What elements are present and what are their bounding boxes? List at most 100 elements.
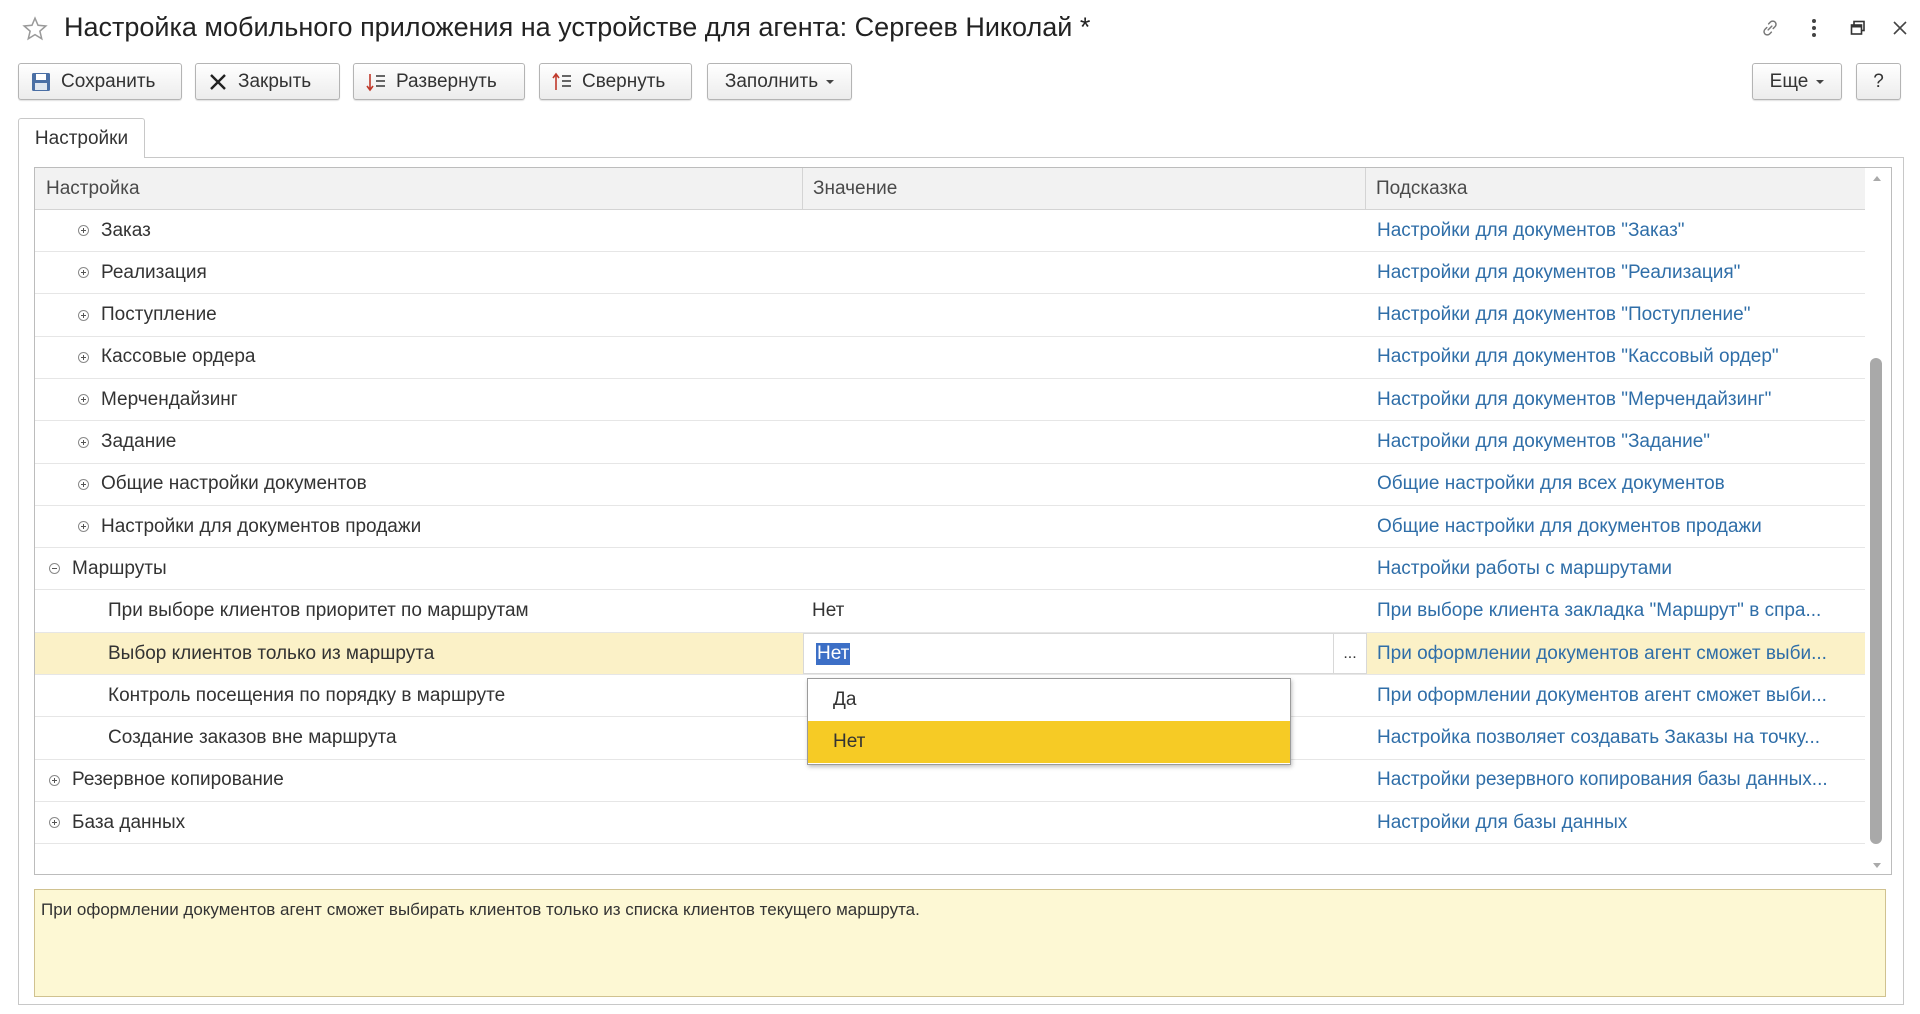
setting-value-cell[interactable]: [812, 802, 1360, 843]
setting-name: Выбор клиентов только из маршрута: [108, 642, 435, 664]
tab-settings[interactable]: Настройки: [18, 118, 145, 158]
settings-table: Настройка Значение Подсказка Заказ Настро…: [34, 167, 1892, 875]
setting-value-cell[interactable]: [812, 422, 1360, 463]
setting-name: Общие настройки документов: [101, 473, 367, 495]
setting-name-cell: Заказ: [35, 210, 845, 251]
setting-name-cell: Маршруты: [35, 548, 816, 589]
setting-name-cell: Задание: [35, 422, 845, 463]
choose-value-button[interactable]: ...: [1333, 634, 1366, 673]
help-button-label: ?: [1873, 70, 1884, 92]
table-row[interactable]: Заказ Настройки для документов "Заказ": [35, 210, 1865, 252]
expand-node-icon[interactable]: [78, 521, 89, 533]
expand-node-icon[interactable]: [78, 394, 89, 406]
setting-value-cell[interactable]: [812, 252, 1360, 293]
link-icon[interactable]: [1756, 14, 1784, 42]
favorite-star-icon[interactable]: [22, 16, 48, 42]
expand-node-icon[interactable]: [78, 478, 89, 490]
table-row[interactable]: База данных Настройки для базы данных: [35, 802, 1865, 845]
setting-name-cell: Поступление: [35, 295, 845, 336]
setting-hint-text: При оформлении документов агент сможет в…: [1377, 684, 1827, 706]
expand-node-icon[interactable]: [78, 225, 89, 236]
expand-node-icon[interactable]: [78, 309, 89, 321]
setting-hint-cell: Настройки резервного копирования базы да…: [1377, 760, 1857, 801]
table-row[interactable]: Маршруты Настройки работы с маршрутами: [35, 548, 1865, 591]
setting-name: При выборе клиентов приоритет по маршрут…: [108, 600, 529, 622]
setting-name-cell: Резервное копирование: [35, 760, 816, 801]
save-button[interactable]: Сохранить: [18, 63, 182, 100]
setting-name: Настройки для документов продажи: [101, 515, 422, 537]
expand-node-icon[interactable]: [49, 817, 60, 829]
collapse-all-label: Свернуть: [582, 70, 666, 92]
table-row[interactable]: Резервное копирование Настройки резервног…: [35, 760, 1865, 802]
expand-node-icon[interactable]: [78, 351, 89, 363]
hint-info-panel: При оформлении документов агент сможет в…: [34, 889, 1886, 997]
setting-name: Контроль посещения по порядку в маршруте: [108, 684, 506, 706]
setting-hint-cell: При оформлении документов агент сможет в…: [1377, 675, 1857, 716]
close-button[interactable]: Закрыть: [195, 63, 340, 100]
scroll-up-arrow-icon[interactable]: [1873, 176, 1881, 181]
setting-hint-text: Настройки для документов "Реализация": [1377, 261, 1741, 283]
collapse-all-button[interactable]: Свернуть: [539, 63, 692, 100]
setting-hint-text: Настройки для документов "Заказ": [1377, 219, 1685, 241]
table-row-selected[interactable]: Выбор клиентов только из маршрута Нет... П…: [35, 633, 1865, 675]
scroll-down-arrow-icon[interactable]: [1873, 863, 1881, 868]
table-header: Настройка Значение Подсказка: [35, 168, 1865, 210]
setting-name-cell: Настройки для документов продажи: [35, 506, 845, 547]
collapse-node-icon[interactable]: [49, 563, 60, 575]
dropdown-option-no[interactable]: Нет: [808, 721, 1290, 763]
table-row[interactable]: Поступление Настройки для документов "Пос…: [35, 295, 1865, 337]
setting-hint-cell: Настройки для документов "Заказ": [1377, 210, 1857, 251]
help-button[interactable]: ?: [1856, 63, 1901, 100]
more-vertical-icon[interactable]: [1800, 14, 1828, 42]
column-header-value[interactable]: Значение: [802, 168, 1361, 209]
setting-value-cell[interactable]: [812, 295, 1360, 336]
expand-all-label: Развернуть: [396, 70, 497, 92]
setting-name: Мерчендайзинг: [101, 388, 238, 410]
table-row[interactable]: Мерчендайзинг Настройки для документов "М…: [35, 379, 1865, 422]
setting-hint-cell: Настройки для базы данных: [1377, 802, 1857, 843]
expand-node-icon[interactable]: [78, 267, 89, 279]
close-window-icon[interactable]: [1886, 14, 1914, 42]
expand-all-button[interactable]: Развернуть: [353, 63, 525, 100]
column-header-hint[interactable]: Подсказка: [1365, 168, 1865, 209]
setting-hint-text: Настройка позволяет создавать Заказы на …: [1377, 727, 1821, 749]
table-row[interactable]: При выборе клиентов приоритет по маршрут…: [35, 591, 1865, 633]
expand-node-icon[interactable]: [78, 436, 89, 448]
column-header-setting[interactable]: Настройка: [35, 168, 802, 209]
setting-hint-cell: При выборе клиента закладка "Маршрут" в …: [1377, 591, 1857, 632]
setting-hint-cell: Настройки для документов "Реализация": [1377, 252, 1857, 293]
setting-name: Кассовые ордера: [101, 346, 256, 368]
setting-name: Поступление: [101, 304, 217, 326]
setting-name-cell: Мерчендайзинг: [35, 379, 845, 420]
setting-value-cell[interactable]: [812, 379, 1360, 420]
value-edit-field[interactable]: Нет...: [803, 633, 1367, 674]
table-row[interactable]: Кассовые ордера Настройки для документов …: [35, 337, 1865, 379]
setting-value-cell[interactable]: [812, 760, 1360, 801]
expand-tree-icon: [366, 73, 385, 91]
setting-value-cell[interactable]: [812, 337, 1360, 378]
expand-node-icon[interactable]: [49, 774, 60, 786]
dropdown-option-yes[interactable]: Да: [808, 679, 1290, 721]
vertical-scrollbar[interactable]: [1867, 168, 1887, 874]
setting-name-cell: Контроль посещения по порядку в маршруте: [35, 675, 875, 716]
table-row[interactable]: Задание Настройки для документов "Задание…: [35, 422, 1865, 464]
setting-hint-text: Настройки работы с маршрутами: [1377, 557, 1673, 579]
setting-value-cell[interactable]: [812, 464, 1360, 505]
save-button-label: Сохранить: [61, 70, 156, 92]
scrollbar-thumb[interactable]: [1870, 358, 1882, 844]
table-row[interactable]: Реализация Настройки для документов "Реал…: [35, 252, 1865, 295]
fill-dropdown-button[interactable]: Заполнить: [707, 63, 852, 100]
setting-name-cell: Выбор клиентов только из маршрута: [35, 633, 875, 674]
setting-name: Заказ: [101, 219, 151, 241]
table-row[interactable]: Общие настройки документов Общие настройк…: [35, 464, 1865, 506]
table-row[interactable]: Настройки для документов продажи Общие на…: [35, 506, 1865, 549]
setting-name: База данных: [72, 811, 186, 833]
more-dropdown-button[interactable]: Еще: [1752, 63, 1842, 100]
setting-value-cell[interactable]: [812, 506, 1360, 547]
value-edit-text[interactable]: Нет: [816, 643, 851, 665]
setting-value-cell[interactable]: Нет: [812, 591, 1360, 632]
restore-window-icon[interactable]: [1844, 14, 1872, 42]
setting-hint-text: Общие настройки для документов продажи: [1377, 515, 1762, 537]
setting-value-cell[interactable]: [812, 548, 1360, 589]
setting-value-cell[interactable]: [812, 210, 1360, 251]
